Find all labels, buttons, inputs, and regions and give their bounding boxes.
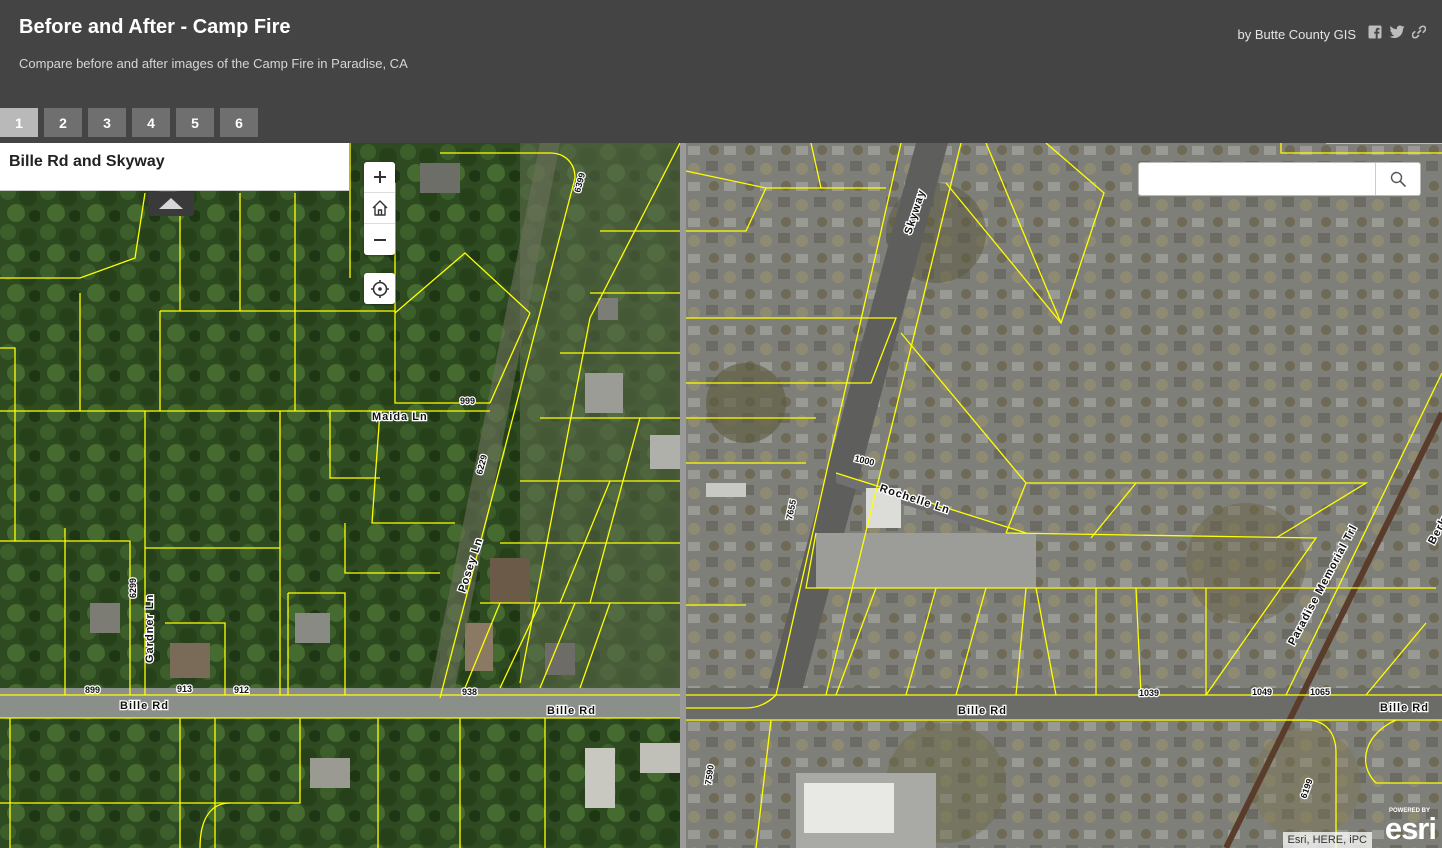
caret-up-icon xyxy=(159,198,183,209)
home-button[interactable] xyxy=(364,193,395,224)
label-6299: 6299 xyxy=(128,578,138,598)
tab-3[interactable]: 3 xyxy=(88,108,126,137)
slide-tabs: 1 2 3 4 5 6 xyxy=(0,108,258,137)
author-byline: by Butte County GIS xyxy=(1237,27,1356,42)
after-imagery: Skyway Rochelle Ln Paradise Memorial Trl… xyxy=(686,143,1442,848)
tab-2[interactable]: 2 xyxy=(44,108,82,137)
label-1065: 1065 xyxy=(1310,687,1330,697)
label-913: 913 xyxy=(177,684,192,694)
tab-5[interactable]: 5 xyxy=(176,108,214,137)
tab-4[interactable]: 4 xyxy=(132,108,170,137)
search-button[interactable] xyxy=(1375,163,1420,195)
label-maida-ln: Maida Ln xyxy=(372,411,428,423)
zoom-out-button[interactable] xyxy=(364,224,395,255)
label-bille-rd-1: Bille Rd xyxy=(958,705,1007,717)
app-title: Before and After - Camp Fire xyxy=(19,16,291,38)
tab-6[interactable]: 6 xyxy=(220,108,258,137)
label-bille-rd-left: Bille Rd xyxy=(120,700,169,712)
app-header: Before and After - Camp Fire Compare bef… xyxy=(0,0,1442,143)
search-icon xyxy=(1390,171,1406,187)
twitter-icon[interactable] xyxy=(1389,25,1405,39)
slide-title: Bille Rd and Skyway xyxy=(9,153,165,170)
label-bille-rd-2: Bille Rd xyxy=(1380,702,1429,714)
map-before[interactable]: Maida Ln Posey Ln Gardner Ln Bille Rd Bi… xyxy=(0,143,680,848)
map-attribution: Esri, HERE, iPC xyxy=(1282,832,1372,848)
minus-icon xyxy=(373,238,386,241)
swipe-map-container: Maida Ln Posey Ln Gardner Ln Bille Rd Bi… xyxy=(0,143,1442,848)
zoom-in-button[interactable] xyxy=(364,162,395,193)
panel-collapse-button[interactable] xyxy=(148,192,194,216)
share-links xyxy=(1368,25,1426,39)
home-icon xyxy=(372,200,387,216)
before-imagery: Maida Ln Posey Ln Gardner Ln Bille Rd Bi… xyxy=(0,143,680,848)
facebook-icon[interactable] xyxy=(1368,25,1382,39)
search-input[interactable] xyxy=(1139,163,1375,195)
label-1049: 1049 xyxy=(1252,687,1272,697)
label-999: 999 xyxy=(460,396,475,406)
search-widget xyxy=(1138,162,1421,196)
locate-icon xyxy=(370,279,389,298)
app-subtitle: Compare before and after images of the C… xyxy=(19,56,408,71)
label-899: 899 xyxy=(85,685,100,695)
zoom-controls xyxy=(364,162,395,255)
label-912: 912 xyxy=(234,685,249,695)
map-after[interactable]: Skyway Rochelle Ln Paradise Memorial Trl… xyxy=(686,143,1442,848)
tab-1[interactable]: 1 xyxy=(0,108,38,137)
esri-wordmark: esri xyxy=(1384,811,1437,846)
slide-info-panel: Bille Rd and Skyway xyxy=(0,143,349,191)
link-icon[interactable] xyxy=(1412,25,1426,39)
locate-button[interactable] xyxy=(364,273,395,304)
label-1039: 1039 xyxy=(1139,688,1159,698)
label-gardner-ln: Gardner Ln xyxy=(144,594,156,663)
plus-icon xyxy=(373,171,386,183)
label-bille-rd-right: Bille Rd xyxy=(547,705,596,717)
esri-logo[interactable]: POWERED BY esri xyxy=(1376,808,1438,846)
label-938: 938 xyxy=(462,687,477,697)
